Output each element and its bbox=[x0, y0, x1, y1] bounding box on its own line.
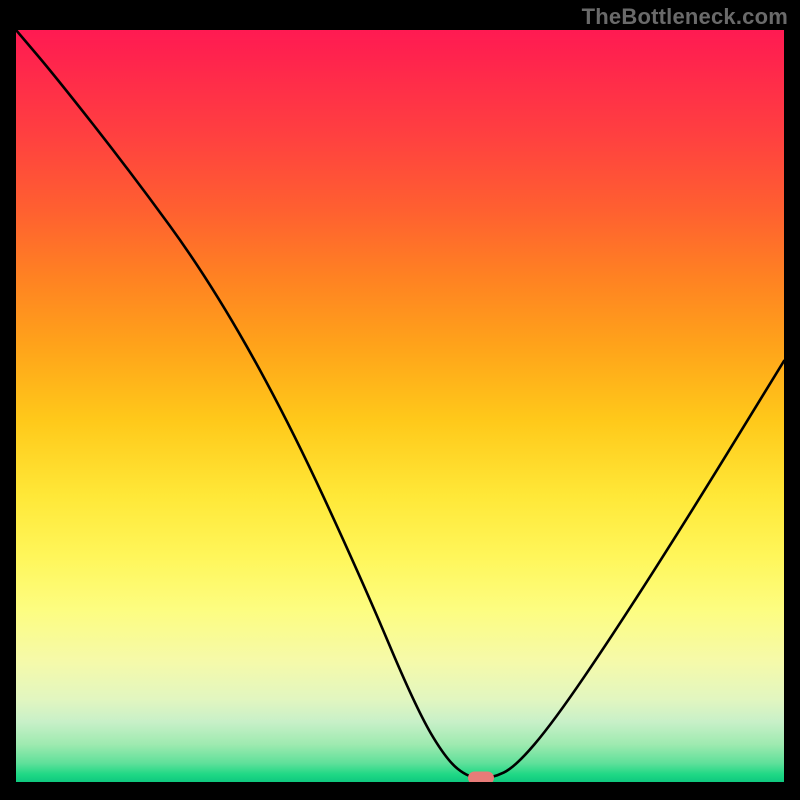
chart-frame: TheBottleneck.com bbox=[0, 0, 800, 800]
optimal-marker bbox=[468, 772, 494, 782]
watermark-text: TheBottleneck.com bbox=[582, 4, 788, 30]
plot-area bbox=[16, 30, 784, 782]
bottleneck-curve bbox=[16, 30, 784, 782]
x-axis-line bbox=[16, 783, 784, 786]
